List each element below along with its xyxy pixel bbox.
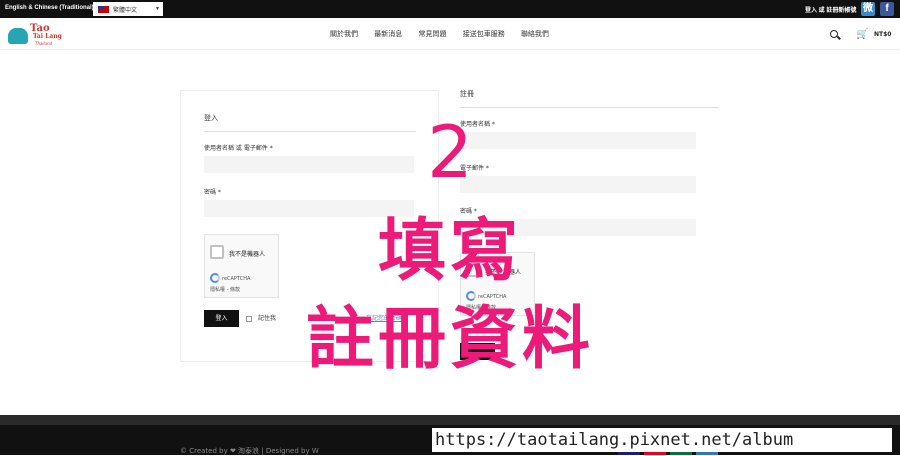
overlay-title-line2: 註冊資料 bbox=[305, 300, 594, 379]
overlay-step-number: 2 bbox=[427, 110, 473, 194]
top-bar: English & Chinese (Traditional) 繁體中文 ▼ 登… bbox=[0, 0, 900, 18]
nav-item-faq[interactable]: 常見問題 bbox=[418, 30, 446, 38]
remember-me-checkbox[interactable] bbox=[246, 315, 252, 322]
login-password-label: 密碼 * bbox=[204, 189, 221, 196]
remember-me[interactable]: 記住我 bbox=[246, 313, 276, 322]
register-divider bbox=[460, 107, 719, 108]
footer-strip bbox=[0, 415, 900, 425]
logo-text-line3: Thailand bbox=[35, 41, 53, 46]
search-icon[interactable] bbox=[830, 30, 838, 38]
recaptcha-terms[interactable]: 隱私權 - 條款 bbox=[210, 286, 240, 293]
language-label: English & Chinese (Traditional) bbox=[5, 5, 94, 11]
login-title: 登入 bbox=[204, 114, 218, 122]
watermark-url: https://taotailang.pixnet.net/album bbox=[432, 428, 892, 452]
elephant-logo-icon bbox=[8, 28, 28, 44]
caret-down-icon: ▼ bbox=[155, 6, 160, 12]
cart-total[interactable]: NT$0 bbox=[874, 31, 891, 38]
recaptcha-text: 我不是機器人 bbox=[229, 251, 266, 258]
overlay-title-line1: 填寫 bbox=[377, 212, 522, 291]
weibo-icon[interactable]: 微 bbox=[861, 2, 875, 16]
recaptcha-checkbox[interactable] bbox=[210, 245, 224, 259]
taiwan-flag-icon bbox=[98, 6, 109, 13]
nav-item-about[interactable]: 關於我們 bbox=[330, 30, 358, 38]
language-select[interactable]: 繁體中文 ▼ bbox=[93, 2, 163, 16]
facebook-icon[interactable]: f bbox=[880, 2, 894, 16]
login-username-input[interactable] bbox=[204, 156, 414, 173]
cart-icon[interactable]: 🛒 bbox=[856, 29, 868, 40]
login-username-label: 使用者名稱 或 電子郵件 * bbox=[204, 145, 273, 152]
nav-item-transfer[interactable]: 接送包車服務 bbox=[463, 30, 505, 38]
remember-me-label: 記住我 bbox=[258, 315, 277, 322]
language-selected-value: 繁體中文 bbox=[113, 8, 138, 14]
login-divider bbox=[204, 131, 416, 132]
recaptcha-logo-icon bbox=[210, 273, 220, 283]
nav-item-contact[interactable]: 聯絡我們 bbox=[521, 30, 549, 38]
logo-text-line2: Tai Lang bbox=[33, 33, 62, 40]
login-register-link[interactable]: 登入 或 註冊新帳號 bbox=[805, 5, 856, 14]
login-recaptcha: 我不是機器人 reCAPTCHA 隱私權 - 條款 bbox=[204, 234, 279, 298]
register-title: 註冊 bbox=[460, 90, 474, 98]
nav-item-news[interactable]: 最新消息 bbox=[374, 30, 402, 38]
login-button[interactable]: 登入 bbox=[204, 310, 239, 327]
site-logo[interactable]: Tao Tai Lang Thailand bbox=[8, 22, 63, 48]
recaptcha-brand: reCAPTCHA bbox=[222, 276, 251, 282]
main-nav: 關於我們 最新消息 常見問題 接送包車服務 聯絡我們 bbox=[330, 29, 563, 39]
site-header: Tao Tai Lang Thailand 關於我們 最新消息 常見問題 接送包… bbox=[0, 18, 900, 50]
